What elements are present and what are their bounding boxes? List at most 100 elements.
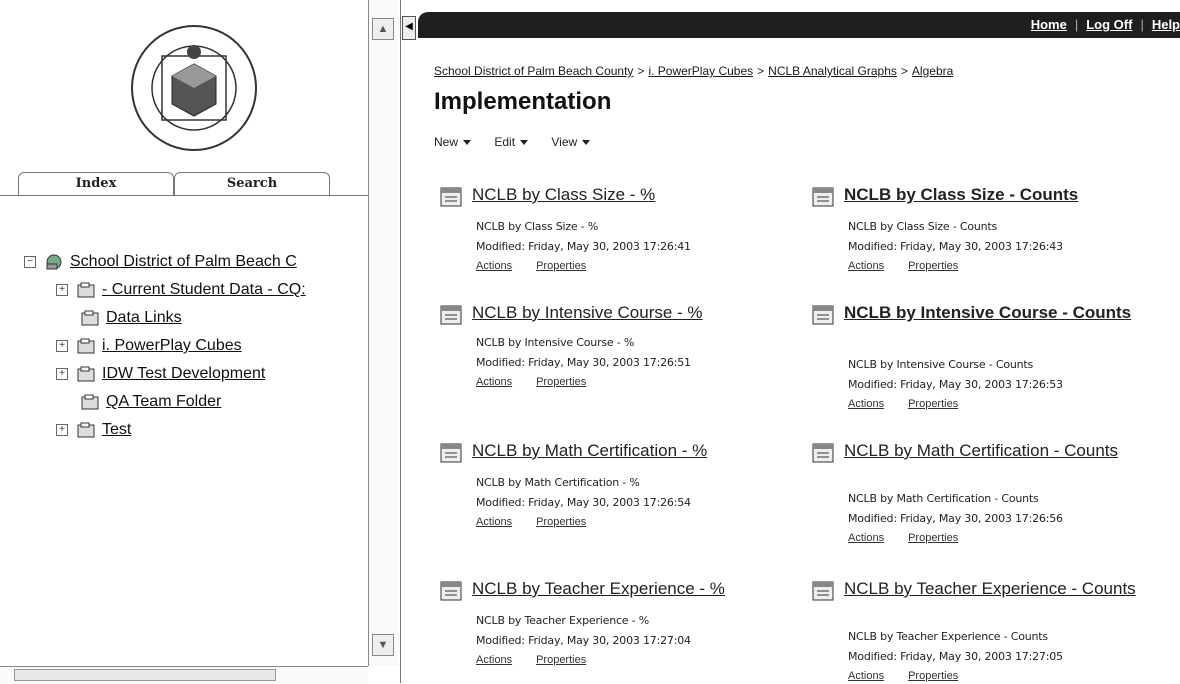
chevron-down-icon <box>520 140 529 146</box>
report-modified: Modified: Friday, May 30, 2003 17:26:51 <box>476 356 691 369</box>
properties-link[interactable]: Properties <box>908 260 958 272</box>
report-title-link[interactable]: NCLB by Teacher Experience - % <box>472 578 792 600</box>
actions-link[interactable]: Actions <box>476 260 512 272</box>
tree-item[interactable]: + i. PowerPlay Cubes <box>56 337 242 355</box>
properties-link[interactable]: Properties <box>908 670 958 682</box>
nav-separator: | <box>1074 17 1079 32</box>
vertical-scrollbar[interactable]: ▲ ▼ <box>368 0 399 666</box>
report-description: NCLB by Math Certification - Counts <box>848 492 1039 505</box>
tree-item[interactable]: + - Current Student Data - CQ: <box>56 281 306 299</box>
report-modified: Modified: Friday, May 30, 2003 17:27:04 <box>476 634 691 647</box>
report-modified: Modified: Friday, May 30, 2003 17:26:56 <box>848 512 1063 525</box>
report-description: NCLB by Class Size - % <box>476 220 599 233</box>
report-modified: Modified: Friday, May 30, 2003 17:26:54 <box>476 496 691 509</box>
breadcrumb-link[interactable]: School District of Palm Beach County <box>434 64 633 78</box>
breadcrumb-link[interactable]: Algebra <box>912 64 953 78</box>
report-icon <box>440 305 462 325</box>
report-modified: Modified: Friday, May 30, 2003 17:26:53 <box>848 378 1063 391</box>
home-link[interactable]: Home <box>1031 17 1067 32</box>
top-nav: Home | Log Off | Help <box>1031 17 1180 32</box>
tree-item-label[interactable]: - Current Student Data - CQ: <box>102 281 306 298</box>
actions-link[interactable]: Actions <box>476 654 512 666</box>
view-menu-label: View <box>551 135 578 149</box>
folder-icon <box>81 310 99 326</box>
horizontal-scrollbar[interactable] <box>0 666 368 684</box>
tree-item-label[interactable]: Test <box>102 421 131 438</box>
report-description: NCLB by Teacher Experience - % <box>476 614 649 627</box>
report-description: NCLB by Math Certification - % <box>476 476 640 489</box>
properties-link[interactable]: Properties <box>908 532 958 544</box>
edit-menu[interactable]: Edit <box>494 135 529 149</box>
report-description: NCLB by Intensive Course - % <box>476 336 635 349</box>
expand-icon[interactable]: + <box>56 283 68 296</box>
actions-link[interactable]: Actions <box>848 532 884 544</box>
tree-item[interactable]: + IDW Test Development <box>56 365 265 383</box>
properties-link[interactable]: Properties <box>536 516 586 528</box>
collapse-pane-button[interactable]: ◀ <box>402 16 416 40</box>
tree-item-label[interactable]: QA Team Folder <box>106 393 221 410</box>
actions-link[interactable]: Actions <box>476 376 512 388</box>
report-modified: Modified: Friday, May 30, 2003 17:27:05 <box>848 650 1063 663</box>
report-title-link[interactable]: NCLB by Intensive Course - % <box>472 302 792 324</box>
actions-link[interactable]: Actions <box>848 670 884 682</box>
expand-icon[interactable]: + <box>56 339 68 352</box>
tab-search[interactable]: Search <box>174 172 330 196</box>
tree-item-label[interactable]: IDW Test Development <box>102 365 265 382</box>
network-server-icon <box>46 254 62 270</box>
properties-link[interactable]: Properties <box>908 398 958 410</box>
view-menu[interactable]: View <box>551 135 591 149</box>
properties-link[interactable]: Properties <box>536 260 586 272</box>
tree-item-root[interactable]: − School District of Palm Beach C <box>24 253 297 271</box>
pane-divider[interactable] <box>400 0 421 683</box>
scroll-down-button[interactable]: ▼ <box>372 634 394 656</box>
report-title-link[interactable]: NCLB by Math Certification - % <box>472 440 792 462</box>
collapse-icon[interactable]: − <box>24 255 36 268</box>
edit-menu-label: Edit <box>494 135 516 149</box>
report-description: NCLB by Intensive Course - Counts <box>848 358 1034 371</box>
breadcrumb: School District of Palm Beach County > i. … <box>434 64 953 78</box>
properties-link[interactable]: Properties <box>536 376 586 388</box>
new-menu-label: New <box>434 135 459 149</box>
expand-icon[interactable]: + <box>56 423 68 436</box>
tree-item-label[interactable]: i. PowerPlay Cubes <box>102 337 242 354</box>
breadcrumb-link[interactable]: i. PowerPlay Cubes <box>648 64 753 78</box>
breadcrumb-separator: > <box>900 64 908 78</box>
tree-item[interactable]: + Test <box>56 421 131 439</box>
new-menu[interactable]: New <box>434 135 472 149</box>
properties-link[interactable]: Properties <box>536 654 586 666</box>
report-title-link[interactable]: NCLB by Intensive Course - Counts <box>844 302 1144 324</box>
report-icon <box>440 443 462 463</box>
horizontal-scroll-thumb[interactable] <box>14 669 276 681</box>
actions-link[interactable]: Actions <box>848 398 884 410</box>
tree-item[interactable]: QA Team Folder <box>80 393 221 411</box>
nav-separator: | <box>1140 17 1144 32</box>
report-title-link[interactable]: NCLB by Class Size - % <box>472 184 792 206</box>
tree-item-label[interactable]: Data Links <box>106 309 182 326</box>
help-link[interactable]: Help <box>1152 17 1180 32</box>
breadcrumb-separator: > <box>757 64 765 78</box>
report-title-link[interactable]: NCLB by Math Certification - Counts <box>844 440 1144 462</box>
report-title-link[interactable]: NCLB by Teacher Experience - Counts <box>844 578 1144 600</box>
page-title: Implementation <box>434 88 612 115</box>
report-title-link[interactable]: NCLB by Class Size - Counts <box>844 184 1164 206</box>
log-off-link[interactable]: Log Off <box>1086 17 1132 32</box>
actions-link[interactable]: Actions <box>476 516 512 528</box>
chevron-down-icon <box>463 140 472 146</box>
expand-icon[interactable]: + <box>56 367 68 380</box>
folder-icon <box>81 394 99 410</box>
tree-item[interactable]: Data Links <box>80 309 182 327</box>
report-description: NCLB by Class Size - Counts <box>848 220 998 233</box>
breadcrumb-link[interactable]: NCLB Analytical Graphs <box>768 64 897 78</box>
left-pane: Index Search − School District of Palm Be… <box>0 0 401 684</box>
tree-root-label[interactable]: School District of Palm Beach C <box>70 253 297 270</box>
tab-index[interactable]: Index <box>18 172 174 196</box>
menu-bar: New Edit View <box>434 135 610 149</box>
scroll-up-button[interactable]: ▲ <box>372 18 394 40</box>
folder-icon <box>77 422 95 438</box>
report-icon <box>812 443 834 463</box>
report-description: NCLB by Teacher Experience - Counts <box>848 630 1048 643</box>
chevron-down-icon <box>582 140 591 146</box>
actions-link[interactable]: Actions <box>848 260 884 272</box>
report-icon <box>440 581 462 601</box>
top-bar: Home | Log Off | Help <box>418 12 1180 38</box>
